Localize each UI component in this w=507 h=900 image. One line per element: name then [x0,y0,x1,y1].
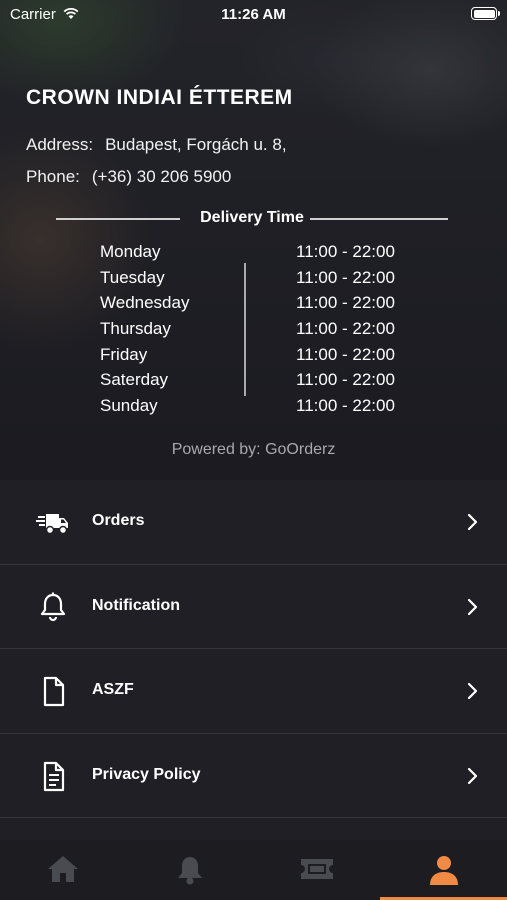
schedule-row: Friday 11:00 - 22:00 [100,343,420,369]
menu-item-label: ASZF [92,681,134,698]
schedule-hours: 11:00 - 22:00 [296,370,395,390]
status-bar: Carrier 11:26 AM [0,0,507,28]
menu-item-aszf[interactable]: ASZF [0,649,507,734]
document-lines-icon [43,761,65,791]
menu-item-orders[interactable]: Orders [0,480,507,565]
schedule-day: Friday [100,344,148,364]
document-icon [43,676,65,707]
tab-bar [0,840,507,900]
schedule-hours: 11:00 - 22:00 [296,319,395,339]
schedule-day: Thursday [100,319,171,339]
status-time: 11:26 AM [221,6,286,23]
schedule-hours: 11:00 - 22:00 [296,267,395,287]
schedule-row: Thursday 11:00 - 22:00 [100,317,420,343]
schedule-row: Saterday 11:00 - 22:00 [100,368,420,394]
settings-menu: Orders Notification ASZF Privacy Policy [0,480,507,818]
schedule-row: Tuesday 11:00 - 22:00 [100,266,420,292]
schedule-hours: 11:00 - 22:00 [296,242,395,261]
battery-icon [471,7,500,20]
menu-item-label: Notification [92,596,180,614]
menu-item-label: Orders [92,512,145,529]
divider-line [310,218,448,220]
schedule-day: Saterday [100,370,169,390]
menu-item-label: Privacy Policy [92,765,201,783]
schedule-hours: 11:00 - 22:00 [296,396,395,416]
home-icon [48,856,79,882]
schedule-hours: 11:00 - 22:00 [296,293,395,313]
user-icon [429,856,458,885]
menu-item-privacy-policy[interactable]: Privacy Policy [0,734,507,818]
phone-value[interactable]: (+36) 30 206 5900 [92,167,231,186]
powered-by: Powered by: GoOrderz [171,441,336,458]
tab-profile[interactable] [380,840,507,900]
address-row: Address: Budapest, Forgách u. 8, [26,135,287,155]
chevron-right-icon [467,767,478,784]
restaurant-name: CROWN INDIAI ÉTTEREM [26,86,293,109]
schedule-day: Wednesday [100,293,190,313]
bell-icon [40,592,66,621]
chevron-right-icon [467,598,478,615]
menu-item-notification[interactable]: Notification [0,565,507,649]
phone-row: Phone: (+36) 30 206 5900 [26,167,231,187]
tab-home[interactable] [0,840,127,900]
schedule-day: Tuesday [100,267,165,287]
address-label: Address: [26,135,94,154]
schedule-row: Wednesday 11:00 - 22:00 [100,291,420,317]
tab-coupons[interactable] [254,840,381,900]
ticket-icon [300,859,333,879]
chevron-right-icon [467,682,478,700]
schedule-row: Sunday 11:00 - 22:00 [100,394,420,420]
bell-icon [178,857,203,885]
chevron-right-icon [467,513,478,531]
delivery-truck-icon [36,514,68,535]
schedule-day: Monday [100,242,161,261]
schedule-row: Monday 11:00 - 22:00 [100,240,420,266]
schedule-day: Sunday [100,396,158,416]
address-value: Budapest, Forgách u. 8, [105,135,287,154]
delivery-schedule: Monday 11:00 - 22:00 Tuesday 11:00 - 22:… [100,240,420,420]
schedule-hours: 11:00 - 22:00 [296,344,395,364]
delivery-time-header: Delivery Time [56,208,448,230]
tab-notifications[interactable] [127,840,254,900]
phone-label: Phone: [26,167,80,186]
schedule-divider [244,263,246,396]
